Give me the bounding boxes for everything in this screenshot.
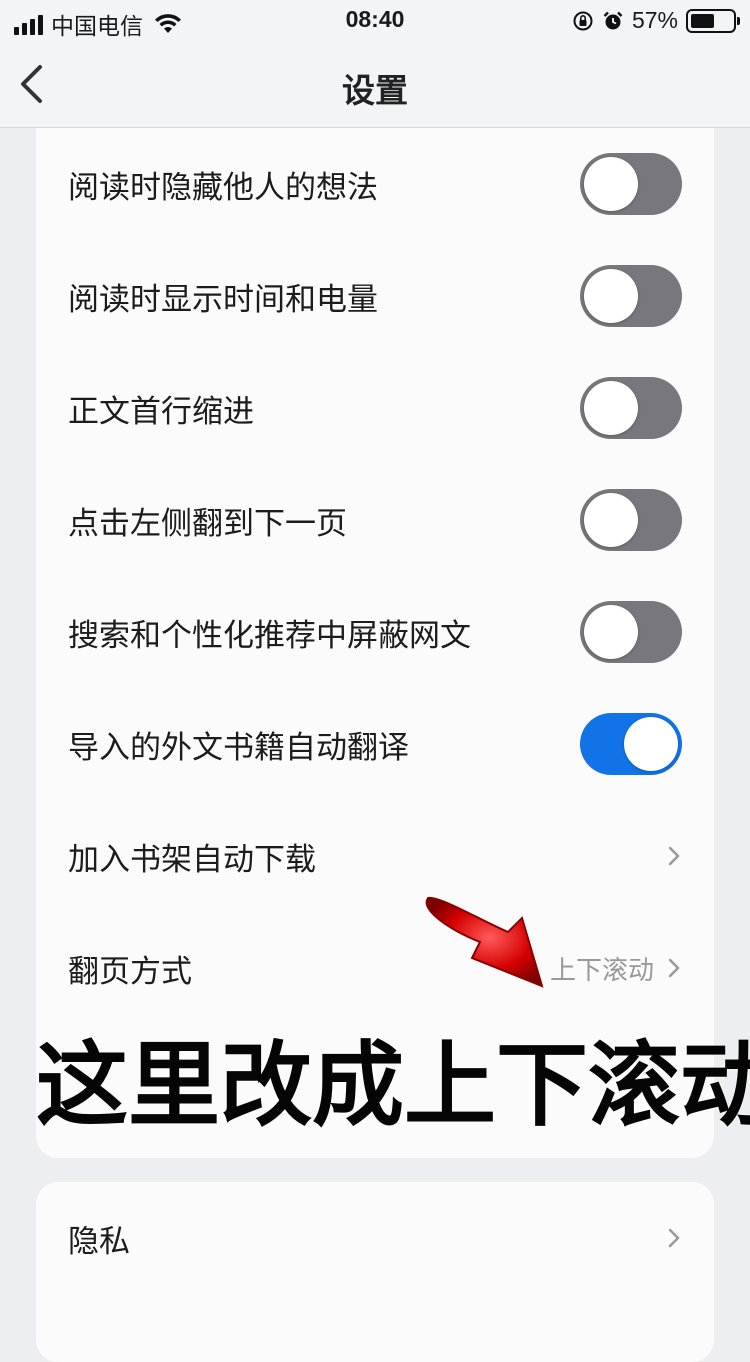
- settings-row-label: 加入书架自动下载: [68, 841, 316, 878]
- toggle-switch[interactable]: [580, 377, 682, 439]
- alarm-icon: [603, 11, 623, 29]
- settings-row[interactable]: 阅读时隐藏他人的想法: [36, 128, 714, 240]
- chevron-right-icon: [668, 958, 680, 978]
- settings-row-label: 搜索和个性化推荐中屏蔽网文: [68, 617, 471, 654]
- settings-row-privacy[interactable]: 隐私: [36, 1182, 714, 1294]
- settings-row[interactable]: 加入书架自动下载: [36, 800, 714, 912]
- settings-row[interactable]: 翻页方式 上下滚动: [36, 912, 714, 1024]
- chevron-right-icon: [668, 846, 680, 866]
- settings-row-value: 上下滚动: [549, 955, 654, 986]
- settings-row-label: 阅读时隐藏他人的想法: [68, 169, 378, 206]
- settings-row-label: 点击左侧翻到下一页: [68, 505, 347, 542]
- status-right: 57%: [572, 7, 740, 34]
- settings-row-label: 导入的外文书籍自动翻译: [68, 729, 409, 766]
- settings-row-label: 阅读时显示时间和电量: [68, 281, 378, 318]
- battery-percent: 57%: [631, 7, 678, 33]
- settings-row-label: 隐私: [68, 1223, 130, 1260]
- settings-row[interactable]: 点击左侧翻到下一页: [36, 464, 714, 576]
- chevron-right-icon: [668, 1228, 680, 1248]
- settings-row[interactable]: 搜索和个性化推荐中屏蔽网文: [36, 576, 714, 688]
- red-arrow-icon: [425, 896, 544, 988]
- toggle-switch[interactable]: [580, 265, 682, 327]
- toggle-knob: [584, 605, 638, 659]
- toggle-knob: [624, 717, 678, 771]
- settings-row[interactable]: 导入的外文书籍自动翻译: [36, 688, 714, 800]
- rotation-lock-icon: [573, 11, 593, 30]
- toggle-knob: [584, 157, 638, 211]
- battery-icon: [686, 8, 740, 33]
- toggle-switch[interactable]: [580, 601, 682, 663]
- toggle-knob: [584, 493, 638, 547]
- toggle-switch[interactable]: [580, 713, 682, 775]
- settings-card: 阅读时隐藏他人的想法 阅读时显示时间和电量 正文首行缩进点击左侧翻到下一页搜索和个性…: [36, 128, 714, 1158]
- settings-row[interactable]: 正文首行缩进: [36, 352, 714, 464]
- status-bar: 中国电信 08:40 57%: [0, 0, 750, 40]
- overlay-caption: 这里改成上下滚动: [36, 1032, 750, 1139]
- toggle-switch[interactable]: [580, 153, 682, 215]
- toggle-knob: [584, 269, 638, 323]
- privacy-card: 隐私: [36, 1182, 714, 1362]
- toggle-knob: [584, 381, 638, 435]
- settings-row-label: 正文首行缩进: [68, 393, 254, 430]
- settings-row[interactable]: 阅读时显示时间和电量: [36, 240, 714, 352]
- nav-bar: 设置: [0, 40, 750, 128]
- toggle-switch[interactable]: [580, 489, 682, 551]
- page-title: 设置: [342, 71, 408, 110]
- battery-fill: [691, 13, 714, 28]
